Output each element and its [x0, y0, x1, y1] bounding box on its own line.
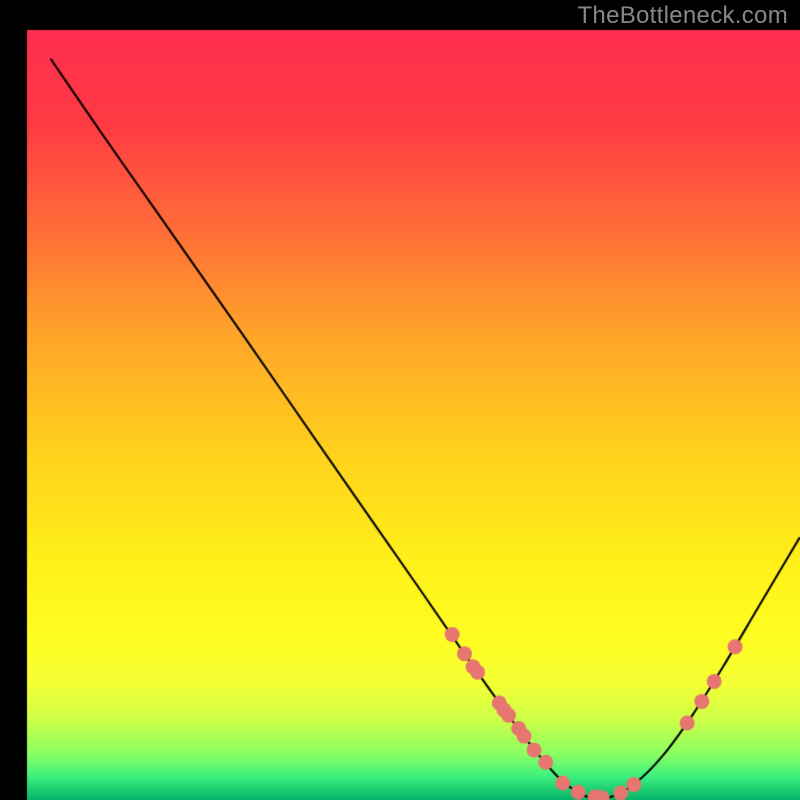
watermark-label: TheBottleneck.com — [577, 2, 788, 30]
chart-canvas — [0, 0, 800, 800]
chart-container: TheBottleneck.com — [0, 0, 800, 800]
